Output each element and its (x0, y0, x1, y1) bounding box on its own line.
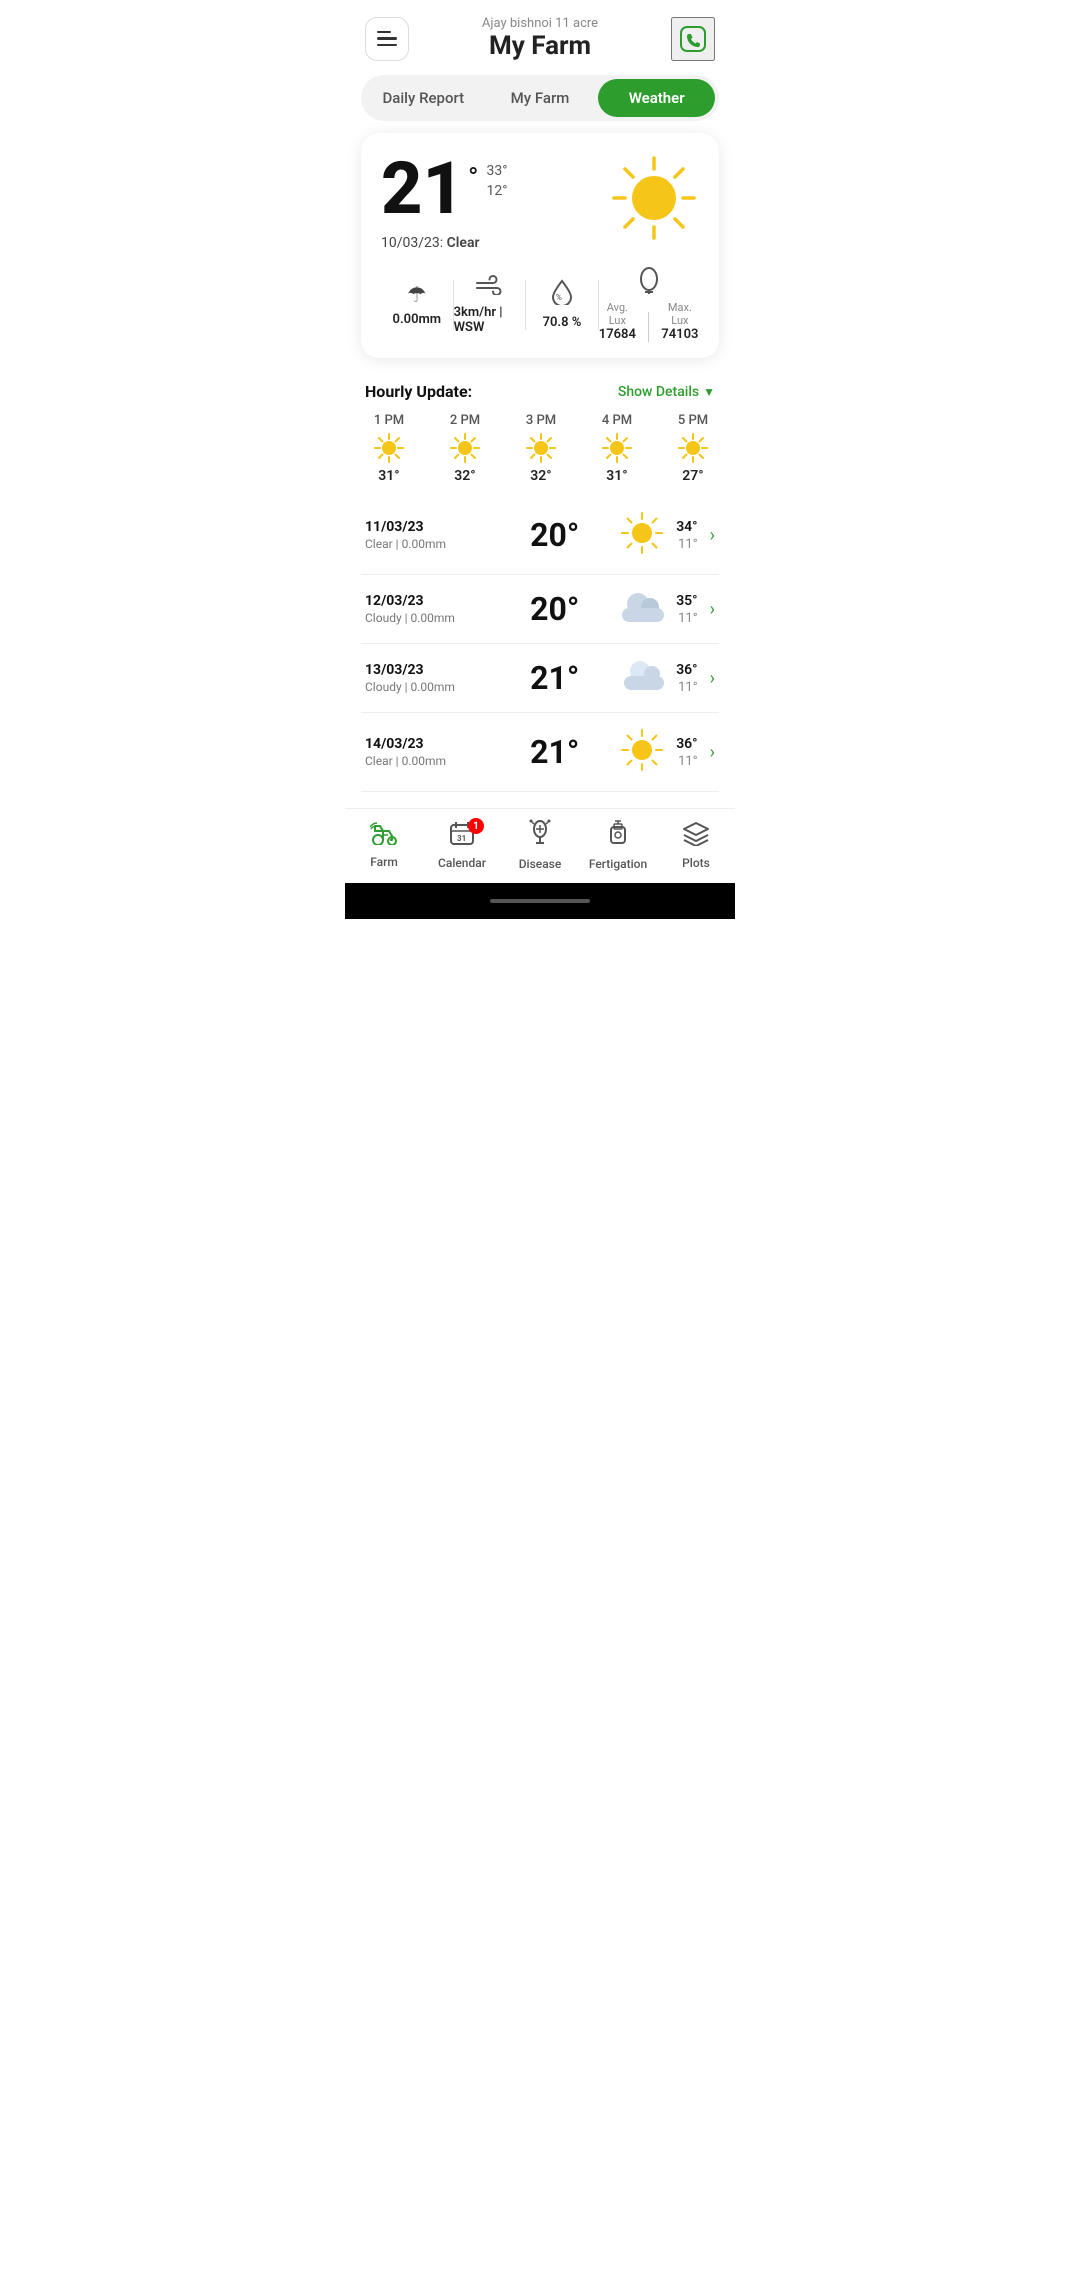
nav-plots-label: Plots (682, 856, 710, 870)
forecast-date-3: 13/03/23 Cloudy | 0.00mm (365, 662, 493, 694)
disease-icon (527, 819, 553, 853)
hour-sun-2pm (449, 432, 481, 464)
menu-button[interactable] (365, 17, 409, 61)
hourly-scroll[interactable]: 1 PM 31° 2 PM 32° 3 PM 32° 4 PM 31° 5 PM… (345, 409, 735, 496)
nav-disease-label: Disease (519, 857, 562, 871)
home-indicator[interactable] (490, 899, 590, 903)
svg-text:%: % (556, 293, 562, 302)
nav-calendar[interactable]: 31 1 Calendar (432, 820, 492, 870)
hamburger-icon (377, 31, 397, 47)
rain-stat: ☂ 0.00mm (381, 283, 453, 327)
header-subtitle: Ajay bishnoi 11 acre (482, 16, 598, 31)
tractor-icon (370, 821, 398, 851)
min-temp: 12° (487, 183, 508, 199)
weather-date: 10/03/23: Clear (381, 235, 507, 251)
wind-value: 3km/hr | WSW (454, 305, 526, 335)
forecast-item-1[interactable]: 11/03/23 Clear | 0.00mm 20° 34° 11° › (361, 496, 719, 575)
hourly-title: Hourly Update: (365, 382, 472, 401)
weather-info: 21 ° 33° 12° 10/03/23: Clear (381, 153, 507, 251)
nav-fertigation[interactable]: Fertigation (588, 819, 648, 871)
expand-button-1[interactable]: › (710, 525, 715, 546)
forecast-date-1: 11/03/23 Clear | 0.00mm (365, 519, 493, 551)
hour-item-1pm: 1 PM 31° (361, 413, 417, 484)
nav-disease[interactable]: Disease (510, 819, 570, 871)
hour-sun-5pm (677, 432, 709, 464)
sun-icon (609, 153, 699, 243)
app-header: Ajay bishnoi 11 acre My Farm (345, 0, 735, 71)
temp-range: 33° 12° (487, 163, 508, 199)
current-temp: 21 (381, 153, 464, 225)
header-title-block: Ajay bishnoi 11 acre My Farm (482, 16, 598, 61)
tab-daily-report[interactable]: Daily Report (365, 79, 482, 117)
humidity-value: 70.8 % (543, 315, 582, 330)
tab-bar: Daily Report My Farm Weather (361, 75, 719, 121)
nav-farm[interactable]: Farm (354, 821, 414, 869)
forecast-icon-cloudy-2 (616, 589, 668, 629)
rain-icon: ☂ (407, 283, 427, 308)
forecast-date-4: 14/03/23 Clear | 0.00mm (365, 736, 493, 768)
forecast-minmax-2: 35° 11° (676, 593, 697, 626)
call-button[interactable] (671, 17, 715, 61)
expand-button-3[interactable]: › (710, 668, 715, 689)
chevron-down-icon: ▼ (703, 385, 715, 399)
calendar-badge: 1 (468, 818, 484, 834)
expand-button-2[interactable]: › (710, 599, 715, 620)
avg-lux: Avg. Lux 17684 (599, 301, 636, 342)
bottom-navigation: Farm 31 1 Calendar (345, 808, 735, 883)
forecast-minmax-3: 36° 11° (676, 662, 697, 695)
forecast-minmax-1: 34° 11° (676, 519, 697, 552)
rain-value: 0.00mm (393, 312, 442, 327)
nav-plots[interactable]: Plots (666, 820, 726, 870)
weather-stats-row: ☂ 0.00mm 3km/hr | WSW % 70.8 % (381, 267, 699, 342)
tab-my-farm[interactable]: My Farm (482, 79, 599, 117)
humidity-icon: % (551, 279, 573, 311)
layers-icon (682, 820, 710, 852)
hour-sun-1pm (373, 432, 405, 464)
weather-card: 21 ° 33° 12° 10/03/23: Clear (361, 133, 719, 358)
weather-top-row: 21 ° 33° 12° 10/03/23: Clear (381, 153, 699, 251)
hour-item-2pm: 2 PM 32° (437, 413, 493, 484)
forecast-date-2: 12/03/23 Cloudy | 0.00mm (365, 593, 493, 625)
forecast-icon-cloudy-3 (616, 658, 668, 698)
hour-sun-3pm (525, 432, 557, 464)
hour-sun-4pm (601, 432, 633, 464)
forecast-minmax-4: 36° 11° (676, 736, 697, 769)
humidity-stat: % 70.8 % (526, 279, 598, 330)
hour-item-3pm: 3 PM 32° (513, 413, 569, 484)
nav-calendar-label: Calendar (438, 856, 486, 870)
hour-item-5pm: 5 PM 27° (665, 413, 721, 484)
forecast-item-4[interactable]: 14/03/23 Clear | 0.00mm 21° 36° 11° › (361, 713, 719, 792)
hour-item-4pm: 4 PM 31° (589, 413, 645, 484)
lux-icon (637, 267, 661, 301)
show-details-button[interactable]: Show Details ▼ (618, 384, 715, 400)
svg-text:31: 31 (457, 834, 466, 843)
nav-farm-label: Farm (370, 855, 398, 869)
phone-icon (677, 23, 709, 55)
wind-icon (475, 275, 503, 301)
fertigation-icon (605, 819, 631, 853)
max-lux: Max. Lux 74103 (661, 301, 699, 342)
forecast-icon-clear-1 (616, 510, 668, 560)
expand-button-4[interactable]: › (710, 742, 715, 763)
header-title: My Farm (482, 31, 598, 61)
degree-symbol: ° (468, 161, 478, 194)
nav-fertigation-label: Fertigation (589, 857, 647, 871)
system-bar (345, 883, 735, 919)
lux-stat: Avg. Lux 17684 Max. Lux 74103 (599, 267, 699, 342)
wind-stat: 3km/hr | WSW (454, 275, 526, 335)
forecast-icon-clear-4 (616, 727, 668, 777)
daily-forecast-list: 11/03/23 Clear | 0.00mm 20° 34° 11° › 12… (345, 496, 735, 792)
max-temp: 33° (487, 163, 508, 179)
tab-weather[interactable]: Weather (598, 79, 715, 117)
hourly-header: Hourly Update: Show Details ▼ (345, 374, 735, 409)
forecast-item-3[interactable]: 13/03/23 Cloudy | 0.00mm 21° 36° 11° › (361, 644, 719, 713)
forecast-item-2[interactable]: 12/03/23 Cloudy | 0.00mm 20° 35° 11° › (361, 575, 719, 644)
